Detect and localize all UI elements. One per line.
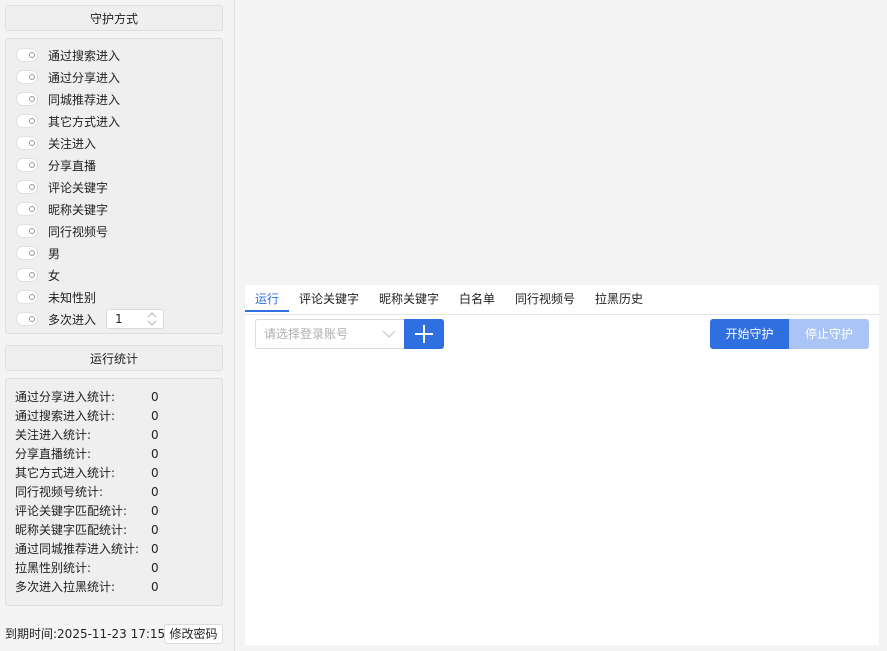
stat-value: 0: [151, 542, 159, 556]
spin-arrows-icon[interactable]: [147, 312, 157, 326]
guard-mode-header: 守护方式: [5, 5, 223, 31]
tab-block-history[interactable]: 拉黑历史: [595, 285, 643, 313]
guard-options-group: 通过搜索进入 通过分享进入 同城推荐进入 其它方式进入 关注进入 分享直播 评论…: [5, 38, 223, 334]
toggle-switch-icon[interactable]: [16, 48, 38, 62]
option-local-recommend-entry[interactable]: 同城推荐进入: [16, 88, 120, 110]
stat-value: 0: [151, 504, 159, 518]
stat-label: 昵称关键字匹配统计:: [15, 523, 128, 537]
option-nickname-keyword[interactable]: 昵称关键字: [16, 198, 108, 220]
stat-value: 0: [151, 428, 159, 442]
option-multiple-entry[interactable]: 多次进入 1: [16, 308, 165, 330]
active-tab-indicator: [245, 310, 289, 312]
option-share-live[interactable]: 分享直播: [16, 154, 96, 176]
tab-run[interactable]: 运行: [255, 285, 279, 313]
start-guard-button[interactable]: 开始守护: [710, 319, 789, 349]
option-label: 通过分享进入: [48, 70, 121, 85]
option-search-entry[interactable]: 通过搜索进入: [16, 44, 120, 66]
stat-label: 拉黑性别统计:: [15, 561, 92, 575]
stat-value: 0: [151, 485, 159, 499]
stat-label: 通过分享进入统计:: [15, 390, 116, 404]
stat-label: 同行视频号统计:: [15, 485, 104, 499]
plus-icon: [415, 325, 433, 343]
option-follow-entry[interactable]: 关注进入: [16, 132, 96, 154]
stat-row: 关注进入统计: 0: [15, 426, 215, 445]
toggle-switch-icon[interactable]: [16, 136, 38, 150]
stat-row: 通过搜索进入统计: 0: [15, 407, 215, 426]
account-select-placeholder: 请选择登录账号: [264, 327, 349, 341]
stat-row: 其它方式进入统计: 0: [15, 464, 215, 483]
option-label: 其它方式进入: [48, 114, 121, 129]
option-label: 评论关键字: [48, 180, 109, 195]
stat-label: 评论关键字匹配统计:: [15, 504, 128, 518]
option-label: 未知性别: [48, 290, 97, 305]
stat-label: 通过搜索进入统计:: [15, 409, 116, 423]
option-female[interactable]: 女: [16, 264, 60, 286]
toggle-switch-icon[interactable]: [16, 70, 38, 84]
tab-nickname-keyword[interactable]: 昵称关键字: [379, 285, 439, 313]
tab-peer-channel[interactable]: 同行视频号: [515, 285, 575, 313]
option-label: 同城推荐进入: [48, 92, 121, 107]
option-label: 多次进入: [48, 312, 97, 327]
stat-label: 多次进入拉黑统计:: [15, 580, 116, 594]
option-other-entry[interactable]: 其它方式进入: [16, 110, 120, 132]
stat-label: 关注进入统计:: [15, 428, 92, 442]
toggle-switch-icon[interactable]: [16, 268, 38, 282]
stat-row: 同行视频号统计: 0: [15, 483, 215, 502]
option-comment-keyword[interactable]: 评论关键字: [16, 176, 108, 198]
toggle-switch-icon[interactable]: [16, 312, 38, 326]
main-panel: 运行 评论关键字 昵称关键字 白名单 同行视频号 拉黑历史 请选择登录账号 开始…: [245, 285, 879, 645]
option-label: 分享直播: [48, 158, 97, 173]
stat-value: 0: [151, 523, 159, 537]
option-unknown-gender[interactable]: 未知性别: [16, 286, 96, 308]
stat-label: 其它方式进入统计:: [15, 466, 116, 480]
option-label: 同行视频号: [48, 224, 109, 239]
spinbox-value: 1: [115, 312, 123, 326]
stat-row: 多次进入拉黑统计: 0: [15, 578, 215, 597]
option-label: 女: [48, 268, 61, 283]
left-panel: 守护方式 通过搜索进入 通过分享进入 同城推荐进入 其它方式进入 关注进入 分享…: [0, 0, 235, 651]
chevron-down-icon[interactable]: [382, 329, 396, 339]
stat-value: 0: [151, 447, 159, 461]
option-label: 通过搜索进入: [48, 48, 121, 63]
stat-value: 0: [151, 466, 159, 480]
stop-guard-button[interactable]: 停止守护: [789, 319, 869, 349]
toggle-switch-icon[interactable]: [16, 202, 38, 216]
stat-row: 通过分享进入统计: 0: [15, 388, 215, 407]
stat-value: 0: [151, 390, 159, 404]
stat-label: 通过同城推荐进入统计:: [15, 542, 140, 556]
option-male[interactable]: 男: [16, 242, 60, 264]
toggle-switch-icon[interactable]: [16, 290, 38, 304]
stat-value: 0: [151, 580, 159, 594]
stat-label: 分享直播统计:: [15, 447, 92, 461]
stat-row: 昵称关键字匹配统计: 0: [15, 521, 215, 540]
option-share-entry[interactable]: 通过分享进入: [16, 66, 120, 88]
option-peer-channel[interactable]: 同行视频号: [16, 220, 108, 242]
toggle-switch-icon[interactable]: [16, 224, 38, 238]
run-stats-group: 通过分享进入统计: 0 通过搜索进入统计: 0 关注进入统计: 0 分享直播统计…: [5, 378, 223, 606]
stat-value: 0: [151, 561, 159, 575]
account-select[interactable]: 请选择登录账号: [255, 319, 405, 349]
option-label: 关注进入: [48, 136, 97, 151]
tab-comment-keyword[interactable]: 评论关键字: [299, 285, 359, 313]
stat-row: 拉黑性别统计: 0: [15, 559, 215, 578]
stat-value: 0: [151, 409, 159, 423]
toggle-switch-icon[interactable]: [16, 114, 38, 128]
option-label: 男: [48, 246, 61, 261]
toggle-switch-icon[interactable]: [16, 180, 38, 194]
stat-row: 分享直播统计: 0: [15, 445, 215, 464]
stat-row: 评论关键字匹配统计: 0: [15, 502, 215, 521]
stat-row: 通过同城推荐进入统计: 0: [15, 540, 215, 559]
add-account-button[interactable]: [404, 319, 444, 349]
expire-time: 到期时间:2025-11-23 17:15: [5, 627, 166, 641]
toggle-switch-icon[interactable]: [16, 92, 38, 106]
multiple-entry-spinbox[interactable]: 1: [106, 309, 165, 329]
toggle-switch-icon[interactable]: [16, 158, 38, 172]
tab-bar: 运行 评论关键字 昵称关键字 白名单 同行视频号 拉黑历史: [245, 285, 879, 315]
tab-whitelist[interactable]: 白名单: [459, 285, 495, 313]
toggle-switch-icon[interactable]: [16, 246, 38, 260]
change-password-button[interactable]: 修改密码: [164, 624, 223, 644]
run-stats-header: 运行统计: [5, 345, 223, 371]
option-label: 昵称关键字: [48, 202, 109, 217]
